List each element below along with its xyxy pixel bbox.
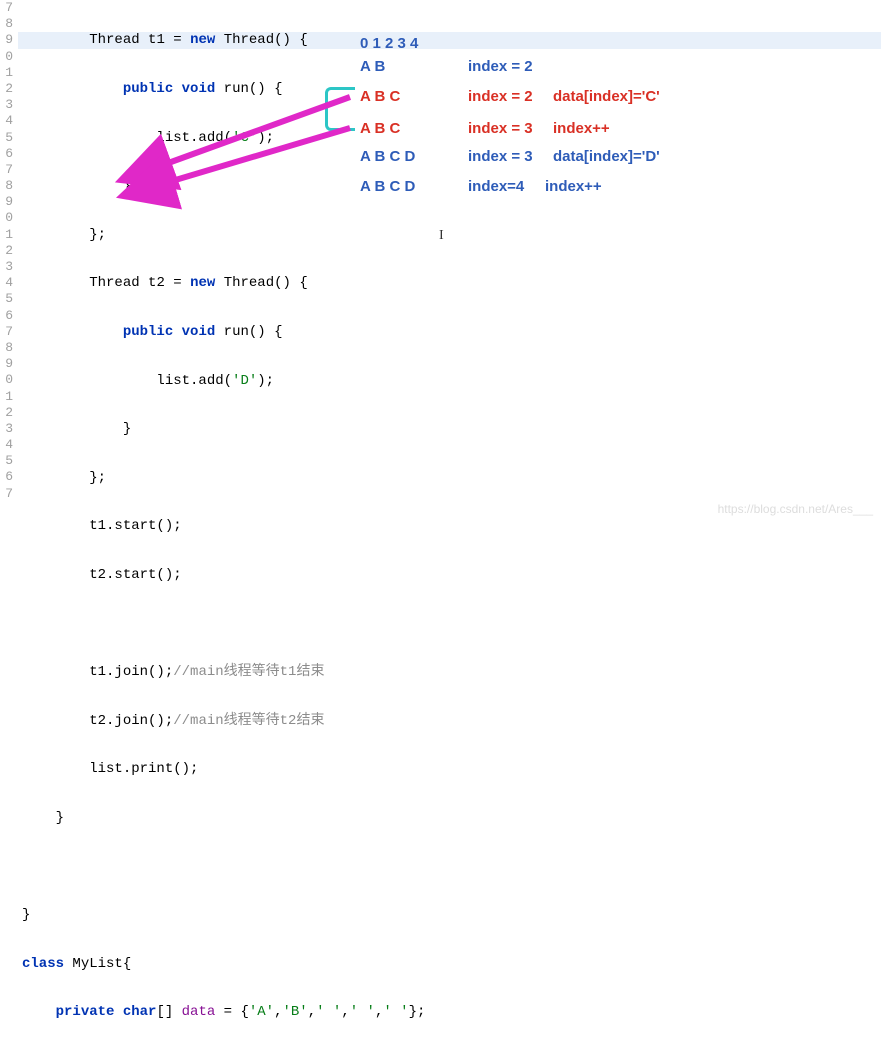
code-line: }: [18, 421, 881, 437]
code-line: t2.join();//main线程等待t2结束: [18, 713, 881, 729]
line-number: 9: [0, 32, 13, 48]
line-number: 6: [0, 308, 13, 324]
line-number: 8: [0, 16, 13, 32]
line-number: 7: [0, 162, 13, 178]
line-number: 3: [0, 421, 13, 437]
line-number: 0: [0, 210, 13, 226]
code-line: t2.start();: [18, 567, 881, 583]
code-line: [18, 859, 881, 875]
code-line: t1.join();//main线程等待t1结束: [18, 664, 881, 680]
line-number: 4: [0, 437, 13, 453]
line-number: 5: [0, 130, 13, 146]
line-number-gutter: 7 8 9 0 1 2 3 4 5 6 7 8 9 0 1 2 3 4 5 6 …: [0, 0, 18, 519]
code-line: private char[] data = {'A','B',' ',' ','…: [18, 1004, 881, 1020]
line-number: 2: [0, 243, 13, 259]
code-line: Thread t1 = new Thread() {: [18, 32, 881, 48]
line-number: 1: [0, 389, 13, 405]
line-number: 6: [0, 146, 13, 162]
editor: 7 8 9 0 1 2 3 4 5 6 7 8 9 0 1 2 3 4 5 6 …: [0, 0, 881, 519]
code-line: };: [18, 470, 881, 486]
line-number: 7: [0, 486, 13, 502]
line-number: 4: [0, 113, 13, 129]
code-line: };: [18, 227, 881, 243]
line-number: 5: [0, 453, 13, 469]
code-line: public void run() {: [18, 324, 881, 340]
line-number: 4: [0, 275, 13, 291]
line-number: 2: [0, 81, 13, 97]
line-number: 7: [0, 0, 13, 16]
code-line: list.add('C');: [18, 130, 881, 146]
line-number: 9: [0, 356, 13, 372]
line-number: 3: [0, 259, 13, 275]
line-number: 8: [0, 340, 13, 356]
code-line: }: [18, 178, 881, 194]
code-line: }: [18, 810, 881, 826]
code-line: list.print();: [18, 761, 881, 777]
code-line: }: [18, 907, 881, 923]
line-number: 0: [0, 49, 13, 65]
line-number: 1: [0, 227, 13, 243]
code-line: public void run() {: [18, 81, 881, 97]
code-area[interactable]: Thread t1 = new Thread() { public void r…: [18, 0, 881, 519]
code-line: class MyList{: [18, 956, 881, 972]
line-number: 7: [0, 324, 13, 340]
line-number: 1: [0, 65, 13, 81]
line-number: 9: [0, 194, 13, 210]
line-number: 3: [0, 97, 13, 113]
watermark: https://blog.csdn.net/Ares___: [718, 502, 873, 516]
line-number: 2: [0, 405, 13, 421]
code-line: list.add('D');: [18, 373, 881, 389]
line-number: 8: [0, 178, 13, 194]
line-number: [0, 502, 13, 518]
code-line: Thread t2 = new Thread() {: [18, 275, 881, 291]
code-line: [18, 616, 881, 632]
line-number: 6: [0, 469, 13, 485]
line-number: 5: [0, 291, 13, 307]
line-number: 0: [0, 372, 13, 388]
code-line: t1.start();: [18, 518, 881, 534]
